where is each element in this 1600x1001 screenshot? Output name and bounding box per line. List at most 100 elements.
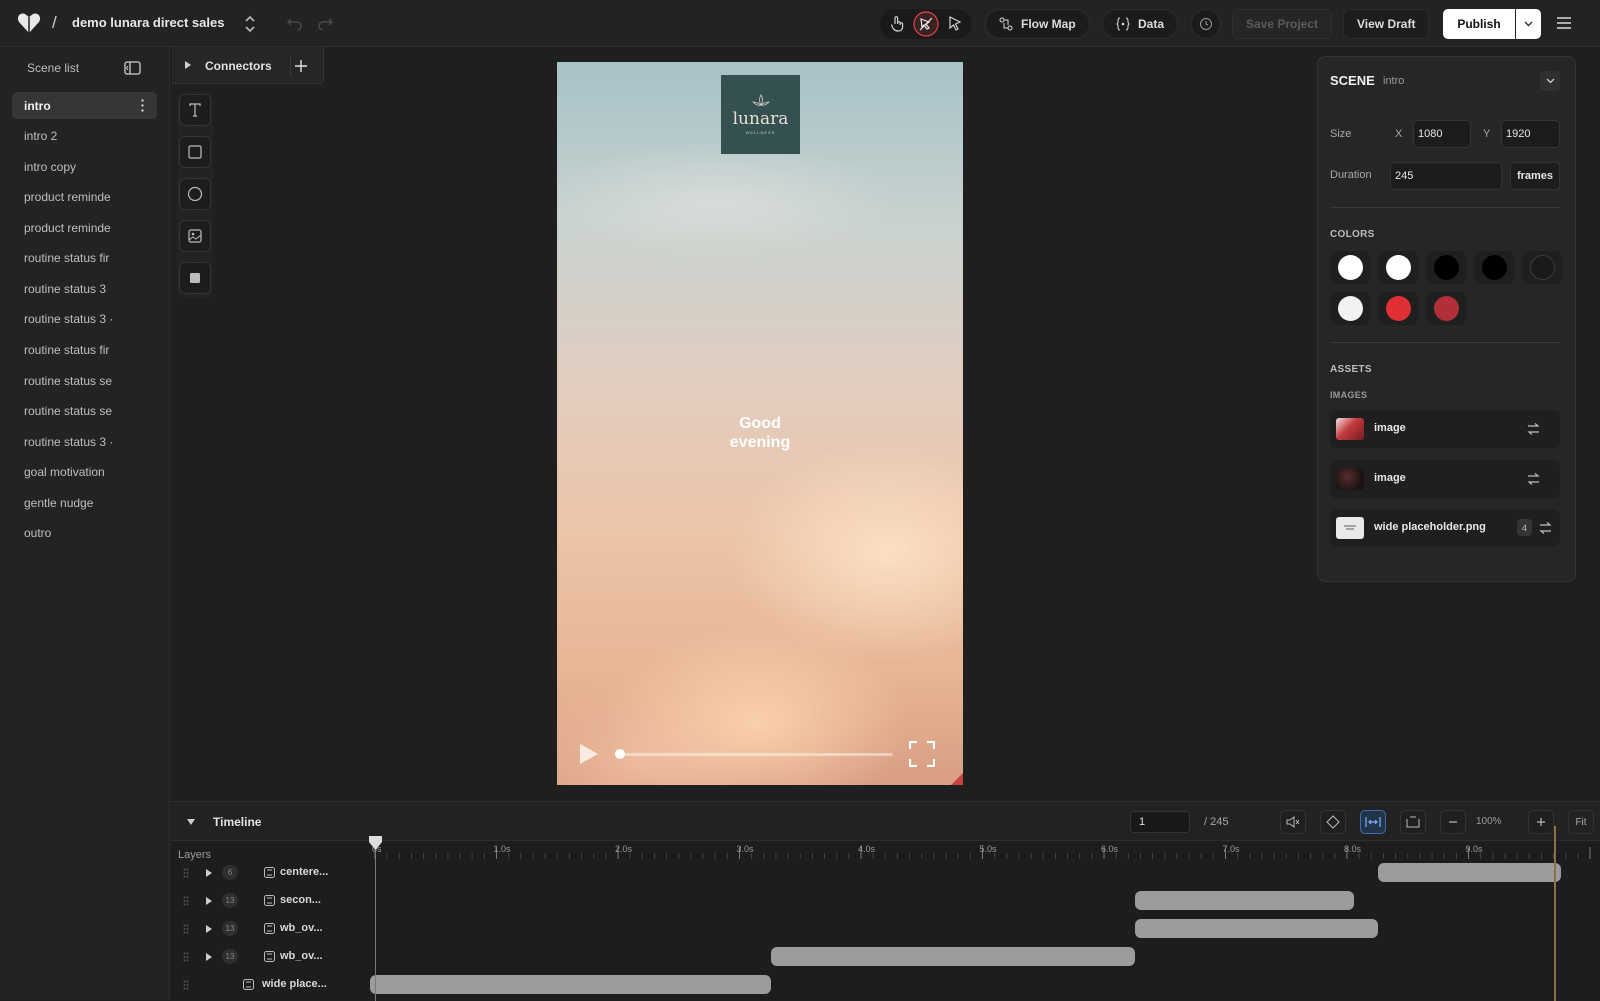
publish-options-button[interactable] <box>1516 9 1541 39</box>
text-tool-button[interactable] <box>179 94 211 126</box>
color-swatch[interactable] <box>1474 251 1514 284</box>
caret-right-icon[interactable] <box>206 897 212 905</box>
hand-tool-button[interactable] <box>884 12 910 36</box>
layer-row[interactable]: 13 wb_ov... <box>170 943 370 971</box>
color-swatch[interactable] <box>1330 292 1370 325</box>
select-tool-button[interactable] <box>942 12 968 36</box>
mute-button[interactable] <box>1280 810 1306 834</box>
interaction-tool-button[interactable] <box>913 11 939 37</box>
kebab-menu-icon[interactable] <box>141 99 144 112</box>
layer-clip-bar[interactable] <box>770 947 1136 966</box>
undo-icon[interactable] <box>287 15 302 30</box>
scene-item[interactable]: product reminde <box>12 214 157 241</box>
rectangle-tool-button[interactable] <box>179 136 211 168</box>
duration-input[interactable]: 245 <box>1390 162 1502 190</box>
zoom-out-button[interactable] <box>1440 810 1466 834</box>
color-swatch[interactable] <box>1426 251 1466 284</box>
scene-item-intro[interactable]: intro <box>12 92 157 119</box>
scene-item[interactable]: routine status 3 · <box>12 428 157 455</box>
scene-item[interactable]: routine status fir <box>12 244 157 271</box>
layer-clip-bar[interactable] <box>370 975 771 994</box>
scene-item[interactable]: outro <box>12 519 157 546</box>
playhead-handle-icon[interactable] <box>369 836 382 850</box>
playback-progress-handle[interactable] <box>615 749 625 759</box>
scene-item-label: routine status se <box>24 373 113 388</box>
scene-item[interactable]: product reminde <box>12 183 157 210</box>
scene-item-label: routine status fir <box>24 250 110 265</box>
duration-unit-select[interactable]: frames <box>1510 162 1560 190</box>
project-name[interactable]: demo lunara direct sales <box>72 15 224 30</box>
scene-item[interactable]: routine status 3 <box>12 275 157 302</box>
color-swatch[interactable] <box>1378 251 1418 284</box>
swap-icon[interactable] <box>1527 473 1540 485</box>
caret-right-icon[interactable] <box>206 925 212 933</box>
swap-icon[interactable] <box>1539 522 1552 534</box>
color-swatch[interactable] <box>1378 292 1418 325</box>
publish-button[interactable]: Publish <box>1443 9 1515 39</box>
scene-item[interactable]: gentle nudge <box>12 489 157 516</box>
height-input[interactable]: 1920 <box>1501 120 1560 148</box>
scene-end-marker[interactable] <box>1554 826 1556 1001</box>
container-tool-button[interactable] <box>179 262 211 294</box>
history-button[interactable] <box>1191 9 1221 39</box>
asset-item[interactable]: wide placeholder.png 4 <box>1330 509 1560 547</box>
asset-item[interactable]: image <box>1330 410 1560 448</box>
color-swatch[interactable] <box>1426 292 1466 325</box>
caret-right-icon[interactable] <box>206 869 212 877</box>
data-button[interactable]: Data <box>1102 9 1179 39</box>
zoom-in-button[interactable] <box>1528 810 1554 834</box>
drag-handle-icon[interactable] <box>183 896 189 906</box>
caret-down-icon[interactable] <box>187 819 195 825</box>
redo-icon[interactable] <box>318 15 333 30</box>
current-frame-input[interactable]: 1 <box>1130 811 1190 833</box>
scene-item[interactable]: goal motivation <box>12 458 157 485</box>
width-input[interactable]: 1080 <box>1413 120 1471 148</box>
layer-row[interactable]: 13 wb_ov... <box>170 915 370 943</box>
swap-icon[interactable] <box>1527 423 1540 435</box>
app-logo-icon[interactable] <box>17 12 41 34</box>
caret-right-icon[interactable] <box>206 953 212 961</box>
snap-button[interactable] <box>1360 810 1386 834</box>
fit-range-button[interactable] <box>1400 810 1426 834</box>
scene-preview-canvas[interactable]: lunara WELLNESS Good evening <box>557 62 963 785</box>
scene-item[interactable]: intro 2 <box>12 122 157 149</box>
collapse-sidebar-icon[interactable] <box>124 61 141 75</box>
drag-handle-icon[interactable] <box>183 924 189 934</box>
playback-progress-track[interactable] <box>619 753 893 756</box>
play-icon[interactable] <box>577 743 599 765</box>
scene-item[interactable]: routine status fir <box>12 336 157 363</box>
drag-handle-icon[interactable] <box>183 980 189 990</box>
color-swatch[interactable] <box>1522 251 1562 284</box>
image-tool-button[interactable] <box>179 220 211 252</box>
color-swatch[interactable] <box>1330 251 1370 284</box>
keyframe-button[interactable] <box>1320 810 1346 834</box>
layer-row[interactable]: 6 centere... <box>170 859 370 887</box>
asset-item[interactable]: image <box>1330 460 1560 498</box>
fit-button[interactable]: Fit <box>1568 810 1594 834</box>
scene-item-label: routine status se <box>24 403 113 418</box>
drag-handle-icon[interactable] <box>183 868 189 878</box>
flow-map-button[interactable]: Flow Map <box>985 9 1090 39</box>
hamburger-menu-icon[interactable] <box>1556 16 1572 30</box>
scene-item[interactable]: intro copy <box>12 153 157 180</box>
layer-row[interactable]: 13 secon... <box>170 887 370 915</box>
collapse-panel-button[interactable] <box>1540 71 1560 91</box>
text-icon <box>189 103 201 117</box>
layer-clip-bar[interactable] <box>1378 863 1561 882</box>
scene-item[interactable]: routine status se <box>12 367 157 394</box>
layer-row[interactable]: wide place... <box>170 971 370 999</box>
layer-clip-bar[interactable] <box>1135 919 1379 938</box>
save-project-button[interactable]: Save Project <box>1232 9 1332 39</box>
scene-item[interactable]: routine status se <box>12 397 157 424</box>
ellipse-tool-button[interactable] <box>179 178 211 210</box>
drag-handle-icon[interactable] <box>183 952 189 962</box>
view-draft-button[interactable]: View Draft <box>1343 9 1430 39</box>
scene-item[interactable]: routine status 3 · <box>12 305 157 332</box>
duration-label: Duration <box>1330 169 1372 181</box>
layer-clip-bar[interactable] <box>1135 891 1355 910</box>
data-label: Data <box>1138 17 1165 31</box>
fullscreen-icon[interactable] <box>909 741 935 767</box>
project-switch-icon[interactable] <box>244 15 256 33</box>
add-connector-button[interactable] <box>290 56 310 76</box>
caret-right-icon[interactable] <box>185 61 191 69</box>
